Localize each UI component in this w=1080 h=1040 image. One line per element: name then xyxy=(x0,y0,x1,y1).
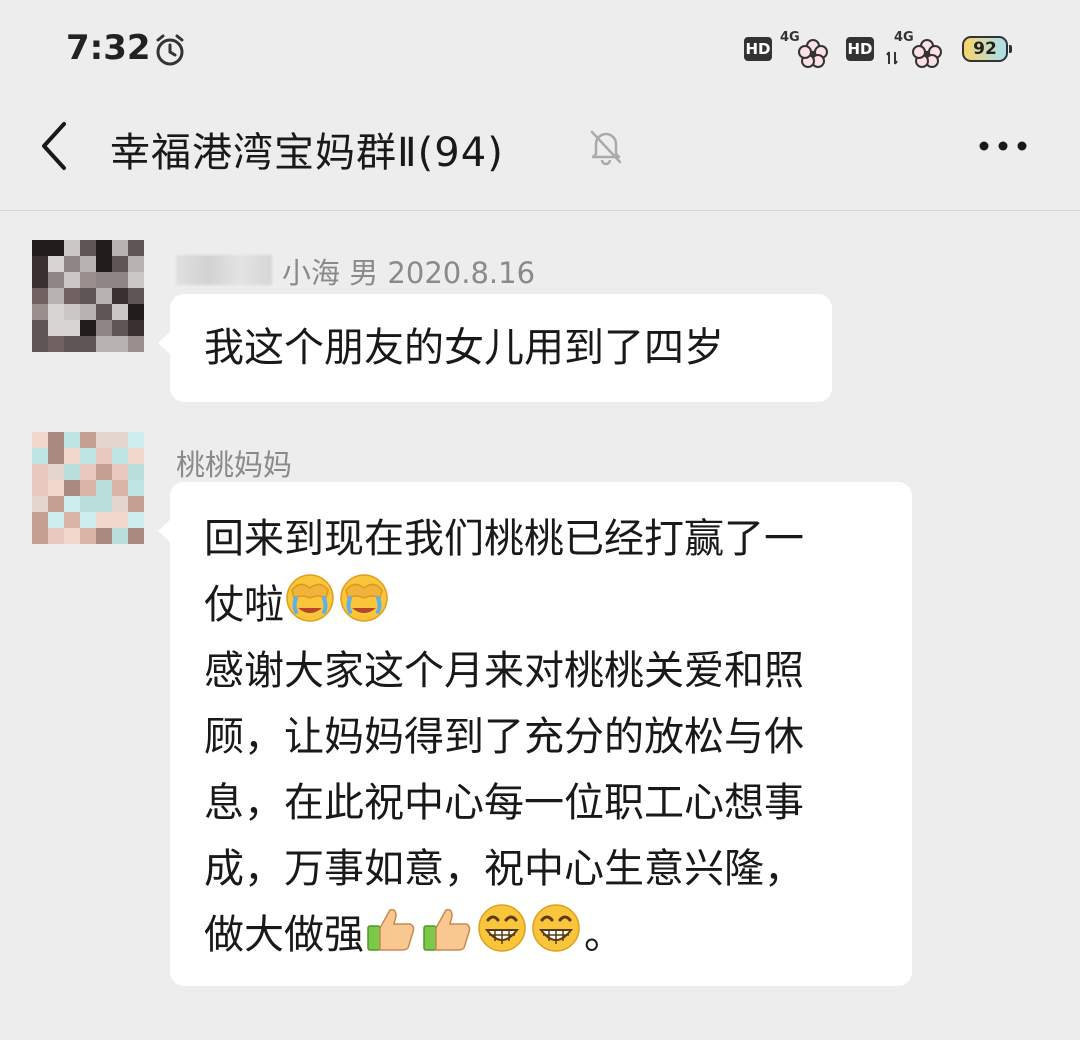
message-line: 做大做强。 xyxy=(204,902,878,968)
avatar[interactable] xyxy=(32,432,144,544)
message-line: 成，万事如意，祝中心生意兴隆， xyxy=(204,846,804,892)
signal-flower-icon xyxy=(798,39,828,68)
avatar[interactable] xyxy=(32,240,144,352)
status-time: 7:32 xyxy=(66,28,151,68)
sender-name: 桃桃妈妈 xyxy=(176,448,293,482)
thumbs-up-emoji xyxy=(367,908,415,951)
message-line: 仗啦 xyxy=(204,572,878,638)
message-text: 我这个朋友的女儿用到了四岁 xyxy=(204,325,724,371)
chat-title: 幸福港湾宝妈群Ⅱ(94) xyxy=(110,130,504,176)
alarm-clock-icon xyxy=(156,34,184,66)
status-bar: 7:32 HD 4G HD 4G 92 xyxy=(0,0,1080,100)
hd-badge: HD xyxy=(744,37,772,61)
grin-emoji xyxy=(532,904,580,952)
message-bubble[interactable]: 我这个朋友的女儿用到了四岁 xyxy=(158,294,832,402)
sender-name: 小海 男 2020.8.16 xyxy=(282,256,536,290)
message-line: 顾，让妈妈得到了充分的放松与休 xyxy=(204,714,804,760)
hd-badge: HD xyxy=(846,37,874,61)
more-icon[interactable] xyxy=(978,138,1028,154)
facepalm-cry-emoji xyxy=(340,574,388,622)
grin-emoji xyxy=(478,904,526,952)
back-icon[interactable] xyxy=(36,120,72,172)
data-arrows-icon xyxy=(886,51,898,65)
message-line: 感谢大家这个月来对桃桃关爱和照 xyxy=(204,648,804,694)
blurred-sender-name xyxy=(176,255,272,285)
message-line: 息，在此祝中心每一位职工心想事 xyxy=(204,780,804,826)
message-bubble[interactable]: 回来到现在我们桃桃已经打赢了一 仗啦 感谢大家这个月来对桃桃关爱和照 顾，让妈妈… xyxy=(158,482,912,986)
mute-bell-icon xyxy=(590,130,622,166)
facepalm-cry-emoji xyxy=(286,574,334,622)
message-line: 回来到现在我们桃桃已经打赢了一 xyxy=(204,516,804,562)
battery-indicator: 92 xyxy=(962,36,1012,62)
thumbs-up-emoji xyxy=(423,908,471,951)
signal-flower-icon xyxy=(912,39,942,68)
